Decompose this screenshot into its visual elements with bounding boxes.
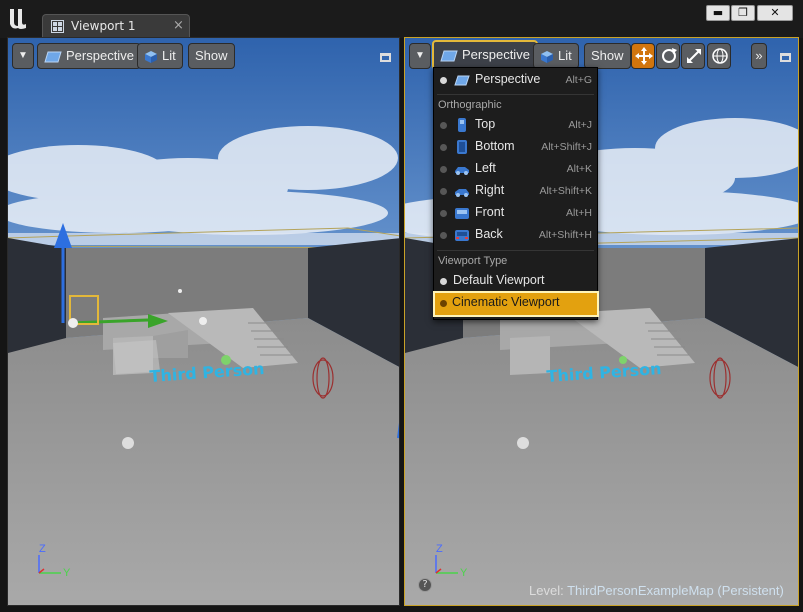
menu-item-bottom[interactable]: Bottom Alt+Shift+J: [434, 136, 597, 158]
radio-selected-icon: [440, 278, 447, 285]
globe-icon: [712, 48, 728, 64]
axis-z-label: Z: [39, 543, 46, 555]
help-icon[interactable]: ?: [418, 578, 432, 592]
menu-item-shortcut: Alt+J: [568, 119, 592, 131]
viewport-options-dropdown[interactable]: ▼: [409, 43, 431, 69]
menu-item-shortcut: Alt+H: [566, 207, 592, 219]
viewport-grid-icon: [51, 20, 64, 33]
scale-icon: [687, 49, 701, 63]
radio-unselected-icon: [440, 210, 447, 217]
maximize-button[interactable]: ❐: [731, 5, 755, 21]
menu-separator: [437, 250, 594, 251]
camera-bottom-icon: [457, 140, 467, 154]
rotate-icon: [662, 48, 677, 63]
radio-unselected-icon: [440, 144, 447, 151]
camera-front-icon: [455, 208, 469, 219]
rotate-mode-button[interactable]: [656, 43, 680, 69]
radio-unselected-icon: [440, 300, 447, 307]
lit-cube-icon: [541, 50, 553, 63]
lit-cube-icon: [145, 50, 157, 63]
show-button[interactable]: Show: [584, 43, 631, 69]
level-label: Level:: [529, 583, 564, 598]
title-bar: Viewport 1 × ▬ ❐ ✕: [0, 0, 803, 38]
radio-unselected-icon: [440, 188, 447, 195]
perspective-grid-icon: [454, 75, 470, 86]
lit-label: Lit: [162, 48, 176, 63]
menu-item-label: Default Viewport: [453, 273, 545, 287]
perspective-label: Perspective: [66, 48, 134, 63]
radio-unselected-icon: [440, 166, 447, 173]
menu-item-shortcut: Alt+K: [566, 163, 592, 175]
axis-y-label: Y: [63, 567, 71, 579]
unreal-logo-icon[interactable]: [6, 5, 32, 31]
show-label: Show: [591, 48, 624, 63]
radio-selected-icon: [440, 77, 447, 84]
menu-item-front[interactable]: Front Alt+H: [434, 202, 597, 224]
viewport-options-dropdown[interactable]: ▼: [12, 43, 34, 69]
perspective-button[interactable]: Perspective: [432, 40, 538, 70]
menu-item-shortcut: Alt+Shift+J: [541, 141, 592, 153]
menu-item-label: Perspective: [475, 72, 541, 86]
translate-mode-button[interactable]: [631, 43, 655, 69]
axis-z-label: Z: [436, 543, 443, 555]
menu-item-back[interactable]: Back Alt+Shift+H: [434, 224, 597, 246]
menu-section-viewport-type: Viewport Type: [438, 255, 508, 267]
menu-item-shortcut: Alt+Shift+K: [539, 185, 592, 197]
view-mode-dropdown-menu: Perspective Alt+G Orthographic Top Alt+J…: [433, 67, 599, 320]
viewport-scene: Third Person: [8, 38, 399, 605]
axis-y-label: Y: [460, 567, 468, 579]
camera-left-icon: [455, 167, 469, 175]
menu-item-label: Cinematic Viewport: [452, 295, 560, 309]
axis-indicator: Z Y: [35, 543, 75, 586]
more-label: »: [755, 48, 763, 63]
level-info: Level: ThirdPersonExampleMap (Persistent…: [529, 583, 784, 598]
lit-label: Lit: [558, 48, 572, 63]
perspective-button[interactable]: Perspective: [37, 43, 141, 69]
close-button[interactable]: ✕: [757, 5, 793, 21]
perspective-grid-icon: [44, 51, 62, 63]
menu-item-top[interactable]: Top Alt+J: [434, 114, 597, 136]
menu-item-default-viewport[interactable]: Default Viewport: [434, 270, 597, 292]
menu-item-shortcut: Alt+G: [565, 74, 592, 86]
menu-item-label: Bottom: [475, 139, 515, 153]
menu-item-right[interactable]: Right Alt+Shift+K: [434, 180, 597, 202]
camera-top-icon: [458, 118, 466, 132]
maximize-viewport-icon[interactable]: [380, 53, 391, 62]
tab-close-icon[interactable]: ×: [173, 18, 184, 33]
menu-item-shortcut: Alt+Shift+H: [538, 229, 592, 241]
tab-viewport-1[interactable]: Viewport 1 ×: [42, 14, 190, 38]
perspective-grid-icon: [440, 50, 458, 62]
radio-unselected-icon: [440, 122, 447, 129]
show-button[interactable]: Show: [188, 43, 235, 69]
menu-item-label: Back: [475, 227, 503, 241]
camera-back-icon: [455, 230, 469, 241]
left-viewport[interactable]: Third Person ▼ Perspective Lit Show Z Y: [7, 37, 400, 606]
menu-item-label: Left: [475, 161, 496, 175]
scale-mode-button[interactable]: [681, 43, 705, 69]
tab-label: Viewport 1: [71, 19, 136, 33]
menu-separator: [437, 94, 594, 95]
perspective-label: Perspective: [462, 47, 530, 62]
menu-item-perspective[interactable]: Perspective Alt+G: [434, 69, 597, 91]
level-name: ThirdPersonExampleMap (Persistent): [567, 583, 784, 598]
minimize-button[interactable]: ▬: [706, 5, 730, 21]
lit-button[interactable]: Lit: [137, 43, 183, 69]
menu-item-label: Top: [475, 117, 496, 131]
menu-item-label: Right: [475, 183, 505, 197]
lit-button[interactable]: Lit: [533, 43, 579, 69]
menu-section-orthographic: Orthographic: [438, 99, 502, 111]
world-local-button[interactable]: [707, 43, 731, 69]
menu-item-left[interactable]: Left Alt+K: [434, 158, 597, 180]
radio-unselected-icon: [440, 232, 447, 239]
camera-right-icon: [455, 189, 469, 197]
show-label: Show: [195, 48, 228, 63]
translate-arrows-icon: [635, 47, 653, 65]
more-options-button[interactable]: »: [751, 43, 767, 69]
maximize-viewport-icon[interactable]: [780, 53, 791, 62]
menu-item-cinematic-viewport[interactable]: Cinematic Viewport: [433, 291, 599, 317]
menu-item-label: Front: [475, 205, 505, 219]
axis-indicator: Z Y: [432, 543, 472, 586]
